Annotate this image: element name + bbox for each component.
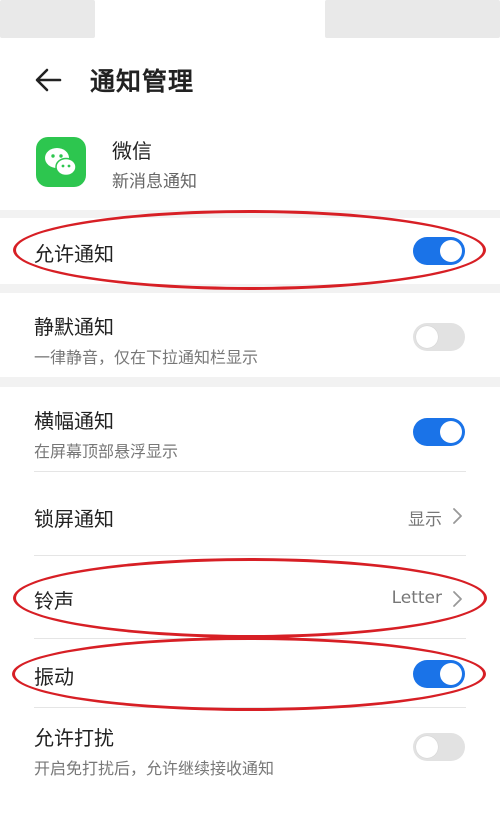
divider [34,555,466,556]
app-subtitle: 新消息通知 [112,172,197,192]
chevron-right-icon [453,591,462,607]
vibrate-label: 振动 [34,665,74,689]
allow-dnd-subtitle: 开启免打扰后，允许继续接收通知 [34,759,275,778]
ringtone-value[interactable]: Letter [392,588,442,608]
status-bar [0,0,500,40]
vibrate-toggle[interactable] [413,660,465,688]
lock-screen-notifications-value[interactable]: 显示 [408,505,442,530]
toggle-knob [440,240,462,262]
back-button[interactable] [30,60,70,100]
divider [34,471,466,472]
chevron-right-icon [453,508,462,524]
silent-notifications-subtitle: 一律静音，仅在下拉通知栏显示 [34,348,259,367]
divider [34,707,466,708]
silent-notifications-label: 静默通知 [34,315,114,339]
status-bar-blur-left [0,0,95,38]
wechat-icon [36,137,86,187]
lock-screen-notifications-label[interactable]: 锁屏通知 [34,503,114,532]
allow-notifications-row[interactable]: 允许通知 [0,218,500,284]
silent-notifications-row[interactable]: 静默通知 一律静音，仅在下拉通知栏显示 [0,293,500,377]
ringtone-label[interactable]: 铃声 [34,585,74,614]
allow-notifications-toggle[interactable] [413,237,465,265]
divider [34,638,466,639]
allow-dnd-toggle[interactable] [413,733,465,761]
silent-notifications-toggle[interactable] [413,323,465,351]
banner-notifications-subtitle: 在屏幕顶部悬浮显示 [34,442,179,461]
toggle-knob [440,663,462,685]
toggle-knob [440,421,462,443]
status-bar-blur-right [325,0,500,38]
notification-settings-card: 横幅通知 在屏幕顶部悬浮显示 锁屏通知 显示 铃声 Letter 振动 允许打扰… [0,387,500,831]
allow-notifications-label: 允许通知 [34,242,114,266]
banner-notifications-toggle[interactable] [413,418,465,446]
toggle-knob [416,326,438,348]
toggle-knob [416,736,438,758]
app-name: 微信 [112,139,152,163]
banner-notifications-label: 横幅通知 [34,409,114,433]
allow-dnd-label: 允许打扰 [34,726,114,750]
arrow-left-icon [35,68,62,92]
page-title: 通知管理 [90,67,195,96]
